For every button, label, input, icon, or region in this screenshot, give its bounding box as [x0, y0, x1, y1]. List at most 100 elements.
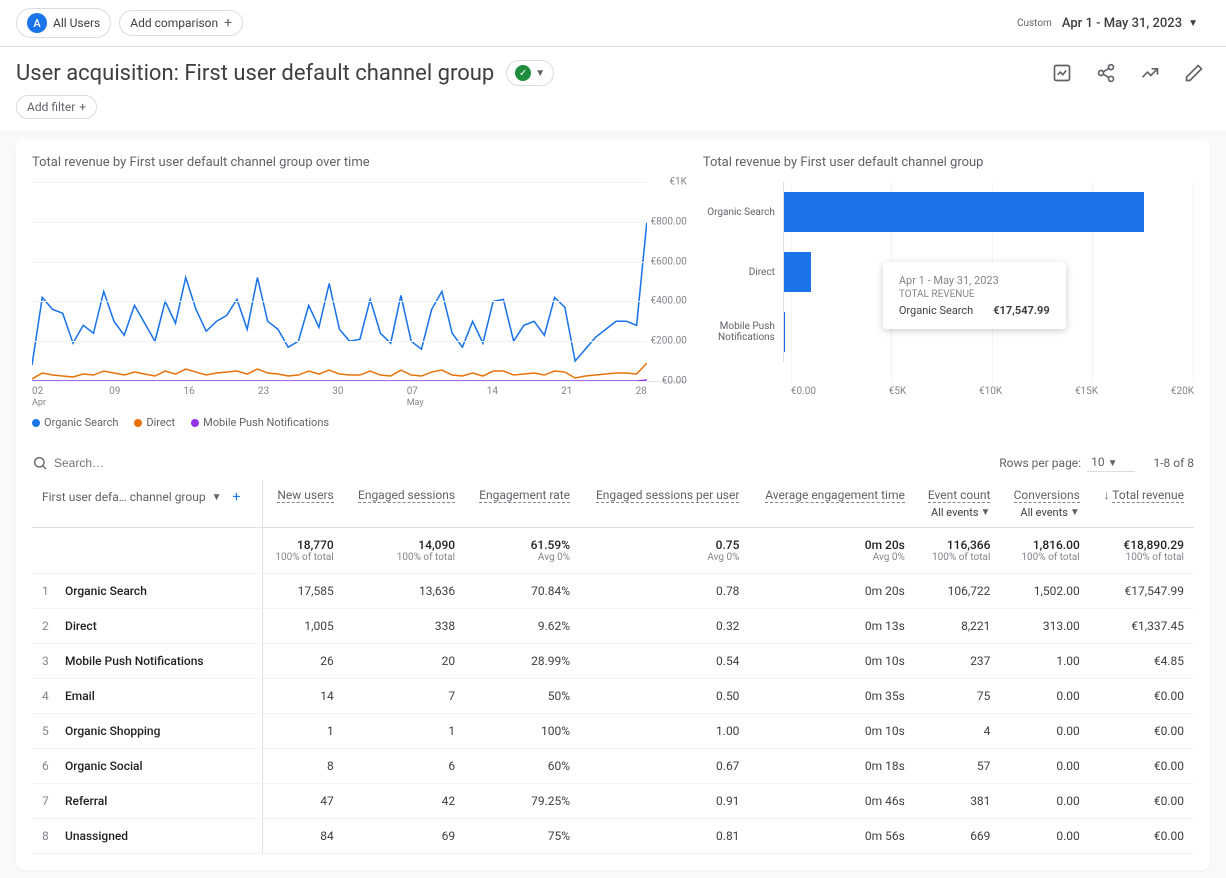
- x-tick-label: 02Apr: [32, 386, 46, 408]
- tooltip-series: Organic Search: [899, 304, 973, 317]
- metric-cell: 7: [344, 679, 465, 714]
- table-row[interactable]: 5 Organic Shopping11100%1.000m 10s40.00€…: [32, 714, 1194, 749]
- col-event-count[interactable]: Event countAll events ▼: [915, 480, 1001, 528]
- insights-button[interactable]: [1046, 57, 1078, 89]
- table-row[interactable]: 6 Organic Social8660%0.670m 18s570.00€0.…: [32, 749, 1194, 784]
- share-button[interactable]: [1090, 57, 1122, 89]
- chart-insights-icon: [1052, 63, 1072, 83]
- col-new-users[interactable]: New users: [262, 480, 344, 528]
- col-engaged-sessions[interactable]: Engaged sessions: [344, 480, 465, 528]
- metric-cell: 0.00: [1000, 819, 1089, 854]
- table-row[interactable]: 2 Direct1,0053389.62%0.320m 13s8,221313.…: [32, 609, 1194, 644]
- totals-cell: 61.59%Avg 0%: [465, 528, 580, 574]
- edit-button[interactable]: [1178, 57, 1210, 89]
- totals-cell: 0m 20sAvg 0%: [749, 528, 914, 574]
- add-filter-label: Add filter: [27, 100, 75, 114]
- table-row[interactable]: 3 Mobile Push Notifications262028.99%0.5…: [32, 644, 1194, 679]
- col-engagement-rate[interactable]: Engagement rate: [465, 480, 580, 528]
- metric-cell: 26: [262, 644, 344, 679]
- main-area: Total revenue by First user default chan…: [0, 131, 1226, 878]
- compare-button[interactable]: [1134, 57, 1166, 89]
- x-tick-label: 09: [109, 386, 120, 408]
- metric-cell: €0.00: [1090, 784, 1194, 819]
- page-title: User acquisition: First user default cha…: [16, 61, 494, 86]
- dimension-header-cell[interactable]: First user defa… channel group ▼ +: [32, 480, 262, 528]
- metric-cell: 0.78: [580, 574, 749, 609]
- chevron-down-icon: ▼: [535, 68, 545, 79]
- metric-cell: 0.54: [580, 644, 749, 679]
- metric-cell: 1.00: [580, 714, 749, 749]
- search-input[interactable]: [54, 456, 254, 470]
- metric-cell: 9.62%: [465, 609, 580, 644]
- legend-item-direct[interactable]: Direct: [134, 416, 175, 429]
- totals-row: 18,770100% of total14,090100% of total61…: [32, 528, 1194, 574]
- metric-cell: 1,005: [262, 609, 344, 644]
- metric-cell: €4.85: [1090, 644, 1194, 679]
- metric-cell: 0.00: [1000, 784, 1089, 819]
- event-count-select[interactable]: All events ▼: [931, 506, 990, 519]
- table-row[interactable]: 4 Email14750%0.500m 35s750.00€0.00: [32, 679, 1194, 714]
- metric-cell: 70.84%: [465, 574, 580, 609]
- table-row[interactable]: 1 Organic Search17,58513,63670.84%0.780m…: [32, 574, 1194, 609]
- metric-cell: 669: [915, 819, 1001, 854]
- pencil-icon: [1184, 63, 1204, 83]
- line-chart-title: Total revenue by First user default chan…: [32, 155, 687, 170]
- bar-category-label: Direct: [703, 267, 783, 278]
- y-tick-label: €800.00: [651, 216, 687, 227]
- x-tick-label: 14: [487, 386, 498, 408]
- date-range-picker[interactable]: Custom Apr 1 - May 31, 2023 ▼: [1005, 12, 1210, 35]
- metric-cell: 60%: [465, 749, 580, 784]
- metric-cell: 338: [344, 609, 465, 644]
- chevron-down-icon: ▼: [212, 492, 222, 503]
- metric-cell: 237: [915, 644, 1001, 679]
- add-comparison-chip[interactable]: Add comparison +: [119, 10, 243, 36]
- metric-cell: 20: [344, 644, 465, 679]
- rows-per-page-label: Rows per page:: [999, 456, 1081, 470]
- y-tick-label: €0.00: [662, 376, 687, 387]
- line-chart[interactable]: €1K€800.00€600.00€400.00€200.00€0.00: [32, 182, 687, 382]
- legend-item-mobile-push[interactable]: Mobile Push Notifications: [191, 416, 329, 429]
- table-row[interactable]: 7 Referral474279.25%0.910m 46s3810.00€0.…: [32, 784, 1194, 819]
- legend-item-organic-search[interactable]: Organic Search: [32, 416, 118, 429]
- add-dimension-button[interactable]: +: [227, 488, 245, 506]
- metric-cell: 8,221: [915, 609, 1001, 644]
- col-engaged-sessions-per-user[interactable]: Engaged sessions per user: [580, 480, 749, 528]
- line-chart-legend: Organic Search Direct Mobile Push Notifi…: [32, 416, 687, 429]
- conversions-select[interactable]: All events ▼: [1020, 506, 1079, 519]
- x-tick-label: €20K: [1171, 386, 1194, 397]
- totals-cell: €18,890.29100% of total: [1090, 528, 1194, 574]
- totals-cell: 18,770100% of total: [262, 528, 344, 574]
- line-chart-x-axis: 02Apr0916233007May142128: [32, 382, 687, 408]
- x-tick-label: €10K: [979, 386, 1002, 397]
- col-conversions[interactable]: ConversionsAll events ▼: [1000, 480, 1089, 528]
- metric-cell: €1,337.45: [1090, 609, 1194, 644]
- table-search[interactable]: [32, 455, 991, 471]
- metric-cell: 42: [344, 784, 465, 819]
- x-tick-label: 16: [184, 386, 195, 408]
- rows-per-page-select[interactable]: 10 ▼: [1087, 453, 1135, 472]
- col-total-revenue[interactable]: ↓ Total revenue: [1090, 480, 1194, 528]
- metric-cell: 0.91: [580, 784, 749, 819]
- metric-cell: €17,547.99: [1090, 574, 1194, 609]
- status-pill[interactable]: ✓ ▼: [506, 60, 554, 86]
- metric-cell: 0.50: [580, 679, 749, 714]
- add-filter-chip[interactable]: Add filter +: [16, 95, 97, 119]
- rows-per-page: Rows per page: 10 ▼ 1-8 of 8: [999, 453, 1194, 472]
- tooltip-metric-label: TOTAL REVENUE: [899, 289, 1050, 300]
- totals-cell: 116,366100% of total: [915, 528, 1001, 574]
- x-tick-label: €5K: [889, 386, 907, 397]
- dimension-cell: 3 Mobile Push Notifications: [32, 644, 262, 679]
- bar-chart-title: Total revenue by First user default chan…: [703, 155, 1194, 170]
- metric-cell: 0m 18s: [749, 749, 914, 784]
- metric-cell: 0.32: [580, 609, 749, 644]
- bar-fill: [784, 252, 811, 292]
- table-row[interactable]: 8 Unassigned846975%0.810m 56s6690.00€0.0…: [32, 819, 1194, 854]
- audience-chip[interactable]: A All Users: [16, 8, 111, 38]
- bar-chart[interactable]: Organic SearchDirectMobile Push Notifica…: [703, 182, 1194, 382]
- sort-arrow-icon: ↓: [1104, 488, 1110, 502]
- line-chart-panel: Total revenue by First user default chan…: [32, 155, 687, 429]
- metric-cell: 0m 20s: [749, 574, 914, 609]
- col-avg-engagement-time[interactable]: Average engagement time: [749, 480, 914, 528]
- tooltip-date: Apr 1 - May 31, 2023: [899, 274, 1050, 287]
- bar-row[interactable]: Organic Search: [703, 182, 1194, 242]
